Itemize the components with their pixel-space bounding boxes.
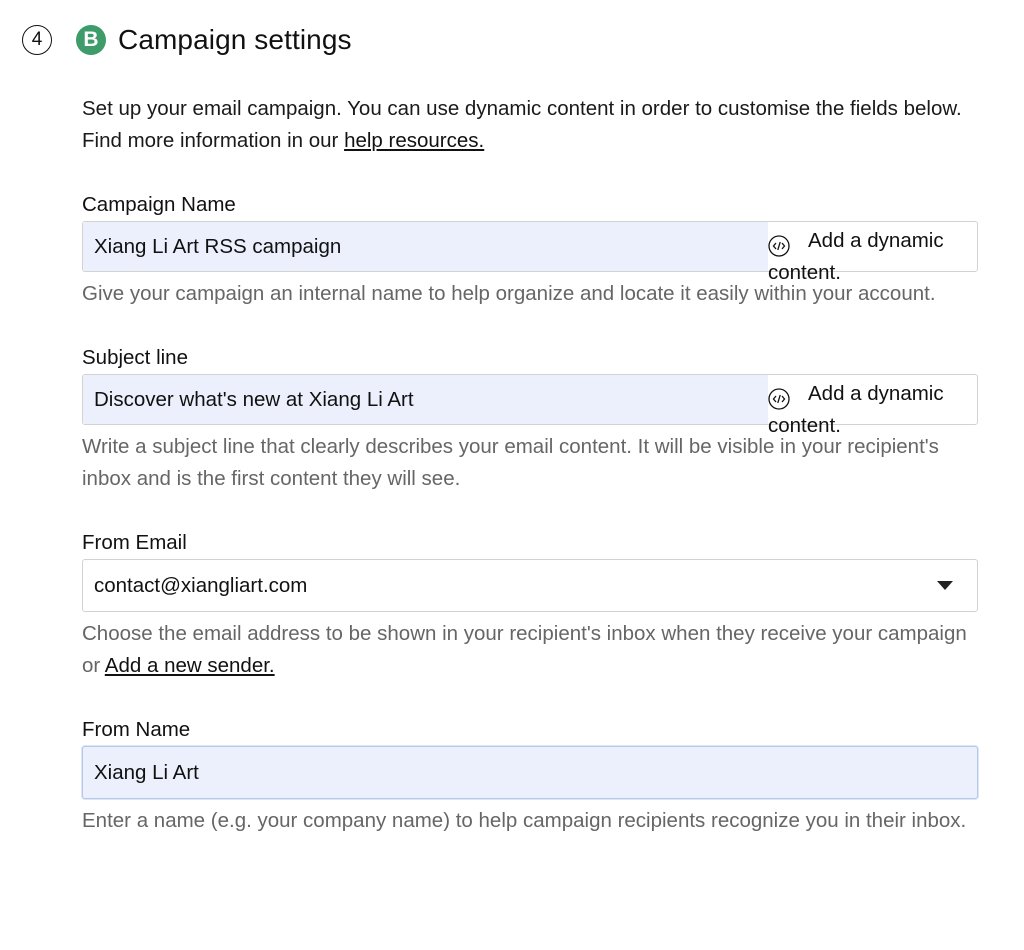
step-number-badge: 4 (22, 25, 52, 55)
subject-line-group: Subject line Discover what's new at Xian… (82, 341, 982, 495)
campaign-name-value[interactable]: Xiang Li Art RSS campaign (94, 222, 341, 271)
subject-line-dynamic-button[interactable]: Add a dynamic content. (768, 382, 973, 442)
campaign-name-group: Campaign Name Xiang Li Art RSS campaign … (82, 188, 982, 310)
campaign-name-dynamic-button[interactable]: Add a dynamic content. (768, 229, 973, 289)
subject-line-value[interactable]: Discover what's new at Xiang Li Art (94, 375, 414, 424)
from-name-field[interactable]: Xiang Li Art (82, 746, 978, 799)
section-title: Campaign settings (118, 24, 352, 55)
from-email-value[interactable]: contact@xiangliart.com (94, 560, 307, 611)
subject-line-label: Subject line (82, 346, 188, 369)
add-new-sender-link[interactable]: Add a new sender. (105, 654, 275, 677)
brand-badge: B (76, 25, 106, 55)
from-email-help: Choose the email address to be shown in … (82, 618, 982, 682)
from-name-help: Enter a name (e.g. your company name) to… (82, 809, 967, 832)
from-name-value[interactable]: Xiang Li Art (94, 747, 199, 798)
section-header: 4 B Campaign settings (22, 22, 352, 58)
help-resources-link[interactable]: help resources. (344, 129, 484, 152)
caret-down-icon[interactable] (937, 581, 953, 590)
from-name-label: From Name (82, 718, 191, 741)
campaign-settings-page: 4 B Campaign settings Set up your email … (0, 0, 1024, 950)
code-icon (768, 235, 790, 257)
intro-body: Set up your email campaign. You can use … (82, 97, 962, 152)
from-email-label: From Email (82, 531, 187, 554)
from-name-group: From Name Xiang Li Art Enter a name (e.g… (82, 713, 982, 837)
subject-line-dynamic-label: Add a dynamic content. (768, 382, 944, 437)
from-email-select[interactable]: contact@xiangliart.com (82, 559, 978, 612)
campaign-name-field[interactable]: Xiang Li Art RSS campaign Add a dynamic … (82, 221, 978, 284)
intro-text: Set up your email campaign. You can use … (82, 93, 982, 157)
from-email-group: From Email contact@xiangliart.com Choose… (82, 526, 982, 682)
settings-form: Set up your email campaign. You can use … (82, 93, 982, 837)
campaign-name-dynamic-label: Add a dynamic content. (768, 229, 944, 284)
subject-line-field[interactable]: Discover what's new at Xiang Li Art Add … (82, 374, 978, 437)
code-icon (768, 388, 790, 410)
campaign-name-label: Campaign Name (82, 193, 236, 216)
